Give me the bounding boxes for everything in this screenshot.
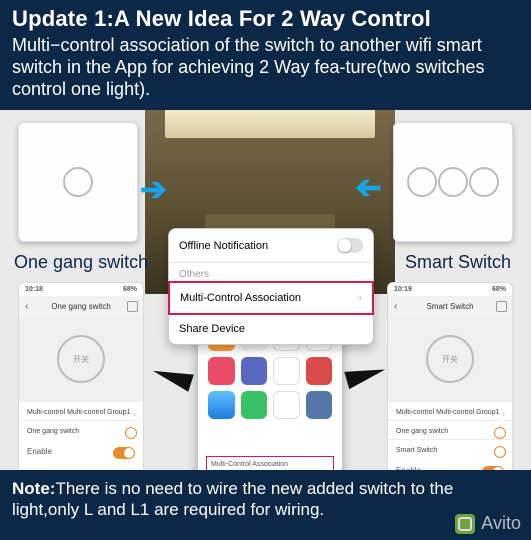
- toggle-on-icon[interactable]: [113, 447, 135, 459]
- phone-right: 10:19 68% ‹ Smart Switch 开关 Multi-contro…: [387, 282, 513, 492]
- right-panel-label: Smart Switch: [405, 252, 511, 273]
- group-label: Multi-control Multi-control Group1: [27, 409, 130, 416]
- status-battery: 68%: [492, 286, 506, 293]
- chevron-right-icon: ›: [358, 292, 362, 304]
- settings-callout: Offline Notification Others Multi-Contro…: [168, 228, 374, 345]
- touch-ring-icon: [63, 167, 93, 197]
- radio-checked-icon[interactable]: [494, 427, 506, 439]
- group-row[interactable]: Multi-control Multi-control Group1 ›: [388, 401, 512, 420]
- watermark-text: Avito: [481, 513, 521, 534]
- multi-control-association-row[interactable]: Multi-Control Association ›: [168, 281, 374, 315]
- linked-device-label: One gang switch: [27, 428, 79, 435]
- group-label: Multi-control Multi-control Group1: [396, 409, 499, 416]
- touch-ring-icon: [407, 167, 437, 197]
- edit-icon[interactable]: [127, 301, 138, 312]
- radio-checked-icon[interactable]: [125, 427, 137, 439]
- toggle-off-icon[interactable]: [337, 238, 363, 253]
- linked-device-row[interactable]: Smart Switch: [388, 439, 512, 458]
- offline-notification-label: Offline Notification: [179, 240, 268, 252]
- offline-notification-row[interactable]: Offline Notification: [169, 229, 373, 262]
- watermark: Avito: [455, 513, 521, 534]
- note-band: Note:There is no need to wire the new ad…: [0, 470, 531, 540]
- touch-ring-icon: [438, 167, 468, 197]
- left-panel-label: One gang switch: [14, 252, 148, 273]
- arrow-right-icon: ➔: [140, 170, 167, 208]
- chevron-right-icon: ›: [502, 409, 505, 419]
- linked-device-label: One gang switch: [396, 428, 448, 435]
- share-device-label: Share Device: [179, 323, 245, 335]
- status-time: 10:18: [25, 286, 43, 293]
- linked-device-label: Smart Switch: [396, 447, 437, 454]
- pointer-arrow-icon: [150, 362, 194, 391]
- touch-ring-icon: [469, 167, 499, 197]
- power-ring-icon[interactable]: 开关: [426, 335, 474, 383]
- note-label: Note:: [12, 479, 55, 498]
- phone-left: 10:18 68% ‹ One gang switch 开关 Multi-con…: [18, 282, 144, 492]
- status-time: 10:19: [394, 286, 412, 293]
- sub-headline: Multi−control association of the switch …: [12, 34, 519, 100]
- enable-label: Enable: [27, 447, 52, 456]
- avito-logo-icon: [455, 514, 475, 534]
- one-gang-switch-panel: [18, 122, 138, 242]
- linked-device-row[interactable]: One gang switch: [19, 420, 143, 439]
- edit-icon[interactable]: [496, 301, 507, 312]
- share-device-row[interactable]: Share Device: [169, 314, 373, 344]
- power-ring-icon[interactable]: 开关: [57, 335, 105, 383]
- back-icon[interactable]: ‹: [394, 301, 397, 312]
- arrow-left-icon: ➔: [355, 168, 382, 206]
- screen-title: Smart Switch: [426, 302, 473, 311]
- status-battery: 68%: [123, 286, 137, 293]
- device-hero[interactable]: 开关: [19, 317, 143, 401]
- linked-device-row[interactable]: One gang switch: [388, 420, 512, 439]
- illustration-area: ➔ ➔ One gang switch Smart Switch Offline…: [0, 110, 531, 508]
- pointer-arrow-icon: [344, 361, 387, 389]
- smart-switch-panel: [393, 122, 513, 242]
- device-hero[interactable]: 开关: [388, 317, 512, 401]
- note-text: There is no need to wire the new added s…: [12, 479, 453, 519]
- section-header: Others: [169, 263, 373, 282]
- radio-checked-icon[interactable]: [494, 446, 506, 458]
- mca-row-label: Multi-Control Association: [211, 461, 288, 468]
- back-icon[interactable]: ‹: [25, 301, 28, 312]
- group-row[interactable]: Multi-control Multi-control Group1 ›: [19, 401, 143, 420]
- screen-title: One gang switch: [51, 302, 111, 311]
- headline: Update 1:A New Idea For 2 Way Control: [12, 6, 519, 32]
- chevron-right-icon: ›: [133, 409, 136, 419]
- app-grid[interactable]: [208, 323, 332, 474]
- enable-row[interactable]: Enable: [19, 439, 143, 464]
- mca-label: Multi-Control Association: [180, 292, 301, 304]
